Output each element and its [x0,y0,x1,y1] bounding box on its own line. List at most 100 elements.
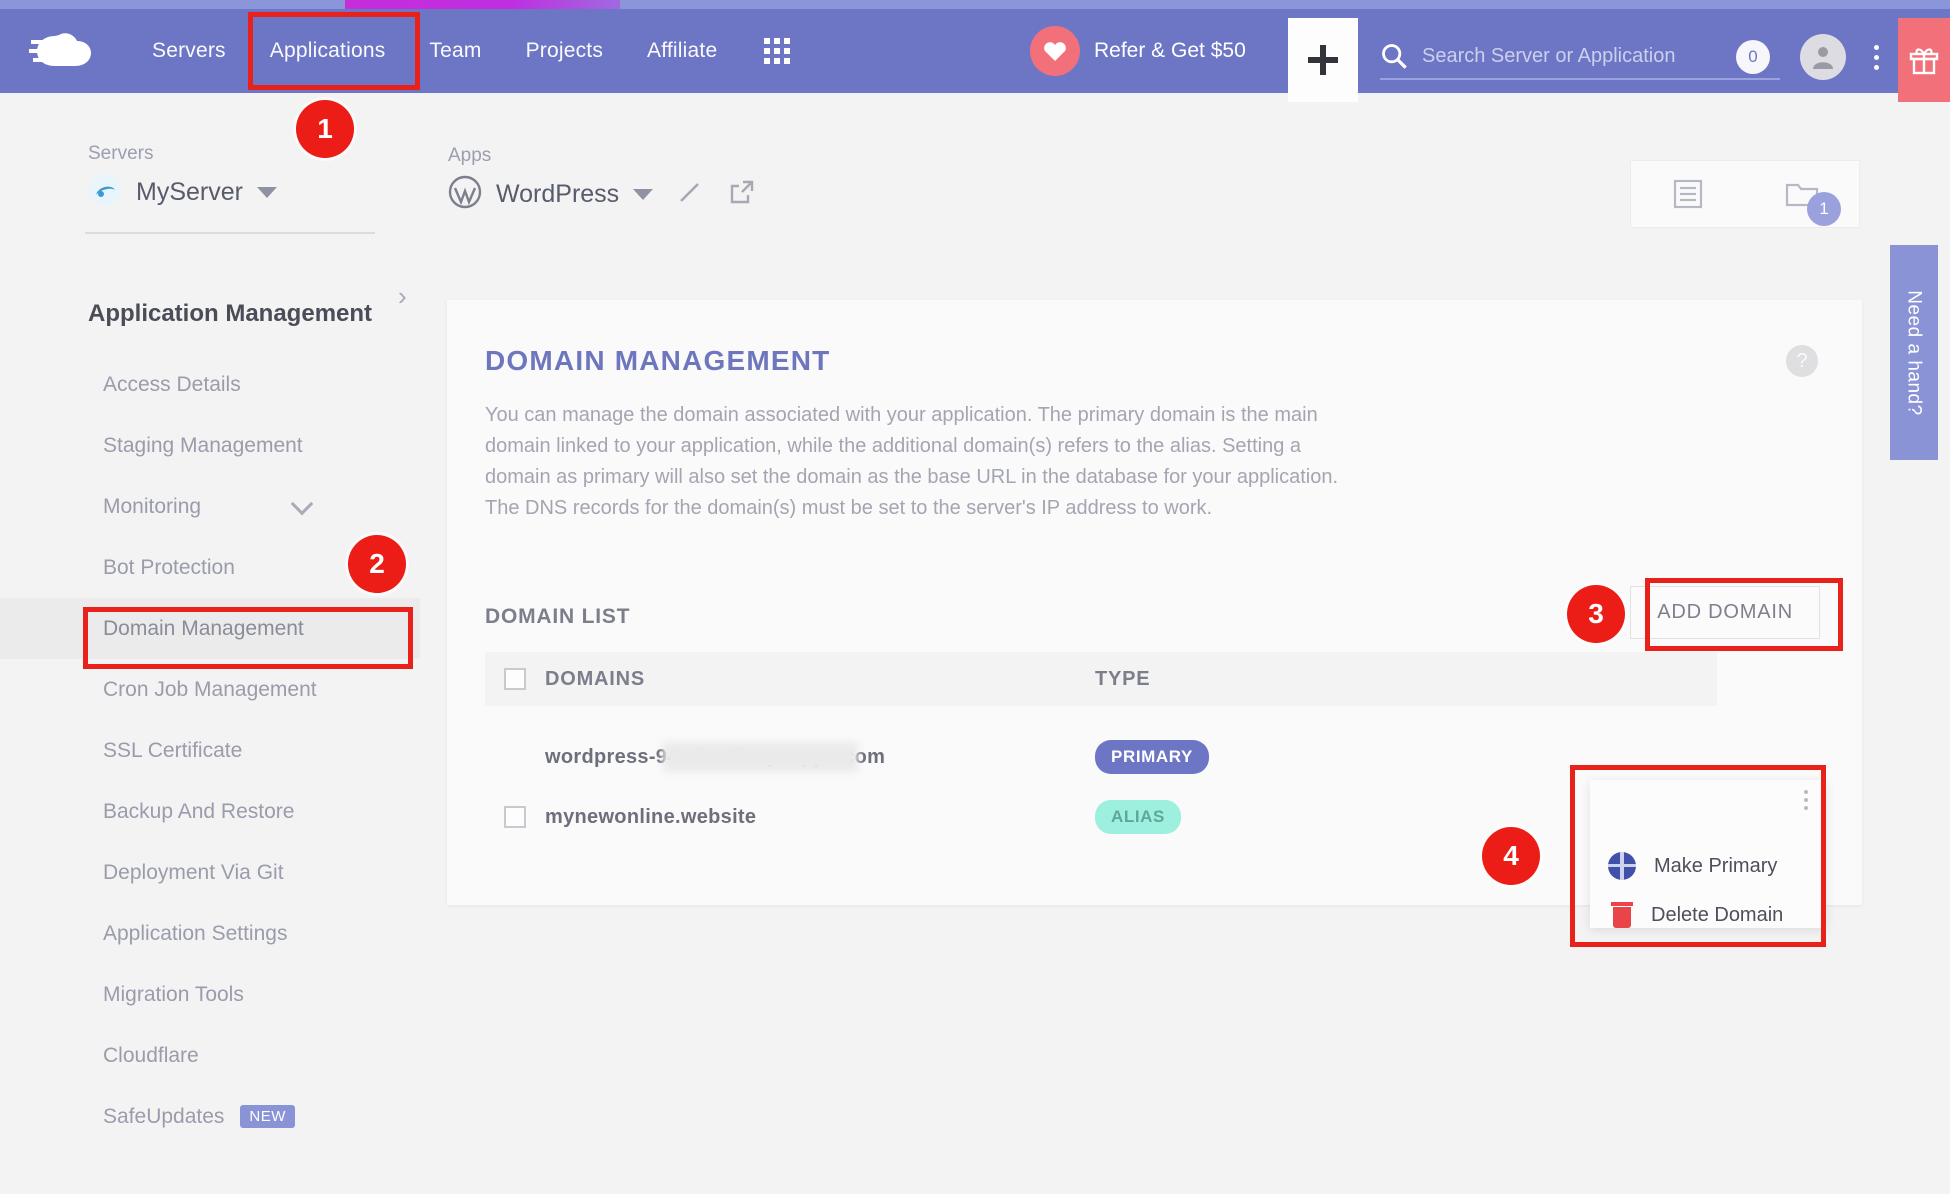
sidebar-item-staging-management[interactable]: Staging Management [0,415,420,476]
annotation-step-2: 2 [348,535,406,593]
select-all-checkbox[interactable] [504,668,526,690]
domain-name-cell: mynewonline.website [545,805,757,828]
annotation-step-3: 3 [1567,585,1625,643]
gift-icon[interactable] [1898,18,1950,102]
refer-label: Refer & Get $50 [1094,39,1246,62]
search-input[interactable] [1422,44,1702,68]
sidebar-item-backup-and-restore[interactable]: Backup And Restore [0,781,420,842]
domain-table-header: DOMAINS TYPE [485,652,1717,706]
column-header-type: TYPE [1095,667,1151,690]
table-row[interactable]: wordpress-94.cloudwaysapps.com PRIMARY [485,730,1825,784]
row-actions-kebab-icon[interactable] [1804,790,1808,810]
server-dropdown-caret-icon[interactable] [256,187,277,198]
list-view-icon[interactable] [1631,177,1745,211]
sidebar-item-label: Cron Job Management [103,677,317,701]
nav-item-projects[interactable]: Projects [504,29,625,73]
add-new-button[interactable] [1288,18,1358,102]
redacted-region [663,741,858,772]
breadcrumb-app-caption: Apps [448,145,492,166]
user-avatar-icon[interactable] [1800,34,1846,80]
wordpress-icon [448,175,482,214]
sidebar-item-label: Migration Tools [103,982,244,1006]
main-nav-links: Servers Applications Team Projects Affil… [130,29,797,73]
status-badge: ALIAS [1095,800,1181,834]
sidebar-item-label: Domain Management [103,616,304,640]
external-link-icon[interactable] [729,179,755,210]
need-a-hand-label: Need a hand? [1904,289,1926,416]
app-grid-icon[interactable] [757,31,797,71]
search-icon [1382,44,1407,69]
breadcrumb-server: Servers MyServer [88,143,277,212]
sidebar-item-migration-tools[interactable]: Migration Tools [0,964,420,1025]
page-loading-strip-fill [345,0,620,9]
menu-item-delete-domain[interactable]: Delete Domain [1608,902,1783,928]
breadcrumb-app-name[interactable]: WordPress [496,180,619,209]
more-options-icon[interactable] [1862,37,1890,77]
column-header-domains: DOMAINS [545,667,646,690]
nav-item-team[interactable]: Team [407,29,503,73]
folder-view-icon[interactable]: 1 [1745,178,1859,226]
search-container: 0 [1380,34,1780,80]
question-mark-icon[interactable]: ? [1786,345,1818,377]
pencil-icon[interactable] [677,179,703,210]
trash-icon [1611,902,1633,928]
folder-view-badge: 1 [1807,192,1841,226]
domain-list-header: DOMAIN LIST [485,605,631,628]
globe-icon [1608,852,1636,880]
sidebar-item-label: Deployment Via Git [103,860,284,884]
domain-name-cell: wordpress-94.cloudwaysapps.com [545,741,1095,772]
cloudways-console: Servers Applications Team Projects Affil… [0,0,1950,1194]
sidebar-item-label: Backup And Restore [103,799,295,823]
sidebar-item-deployment-via-git[interactable]: Deployment Via Git [0,842,420,903]
breadcrumb-server-caption: Servers [88,143,154,164]
refer-and-earn-button[interactable]: Refer & Get $50 [1030,25,1246,77]
menu-item-make-primary[interactable]: Make Primary [1608,852,1777,880]
cloudways-logo-icon[interactable] [0,30,130,72]
sidebar-item-ssl-certificate[interactable]: SSL Certificate [0,720,420,781]
server-icon [88,173,122,212]
sidebar-item-label: Staging Management [103,433,303,457]
sidebar-item-cron-job-management[interactable]: Cron Job Management [0,659,420,720]
heart-icon [1030,26,1080,76]
need-a-hand-tab[interactable]: Need a hand? [1890,245,1938,460]
nav-item-applications[interactable]: Applications [248,29,408,73]
row-select-checkbox[interactable] [504,806,526,828]
sidebar-item-label: Bot Protection [103,555,235,579]
view-toggle-group: 1 [1630,160,1860,228]
add-domain-button[interactable]: ADD DOMAIN [1630,586,1820,639]
sidebar-item-cloudflare[interactable]: Cloudflare [0,1025,420,1086]
page-title: DOMAIN MANAGEMENT [485,345,831,376]
sidebar-item-label: Cloudflare [103,1043,199,1067]
sidebar-item-label: Application Settings [103,921,288,945]
nav-item-affiliate[interactable]: Affiliate [625,29,739,73]
server-selector-underline [85,232,375,234]
annotation-step-4: 4 [1482,827,1540,885]
panel-description: You can manage the domain associated wit… [485,404,1339,519]
new-badge: NEW [240,1105,295,1128]
chevron-down-icon [290,492,314,515]
sidebar-item-access-details[interactable]: Access Details [0,354,420,415]
menu-item-label: Make Primary [1654,854,1778,877]
breadcrumb-app: Apps WordPress [448,145,755,214]
sidebar-item-monitoring[interactable]: Monitoring [0,476,420,537]
sidebar-item-safeupdates[interactable]: SafeUpdates NEW [0,1086,420,1147]
nav-item-servers[interactable]: Servers [130,29,248,73]
domain-row-context-menu: Make Primary Delete Domain [1590,780,1826,928]
sidebar-item-domain-management[interactable]: Domain Management [0,598,420,659]
sidebar-item-label: SSL Certificate [103,738,243,762]
sidebar-item-application-settings[interactable]: Application Settings [0,903,420,964]
sidebar-item-label: Access Details [103,372,241,396]
annotation-step-1: 1 [296,100,354,158]
app-dropdown-caret-icon[interactable] [633,189,654,200]
domain-name-prefix: wordpress-9 [545,745,668,768]
sidebar-title: Application Management [88,300,373,327]
application-management-sidebar: Application Management Access Details St… [0,300,420,1147]
sidebar-item-label: Monitoring [103,494,202,518]
breadcrumb-server-name[interactable]: MyServer [136,178,243,207]
page-loading-strip [0,0,1950,9]
search-count-badge: 0 [1736,40,1770,74]
menu-item-label: Delete Domain [1651,903,1784,926]
sidebar-item-label: SafeUpdates [103,1104,225,1128]
top-navigation-bar: Servers Applications Team Projects Affil… [0,9,1950,102]
status-badge: PRIMARY [1095,740,1209,774]
